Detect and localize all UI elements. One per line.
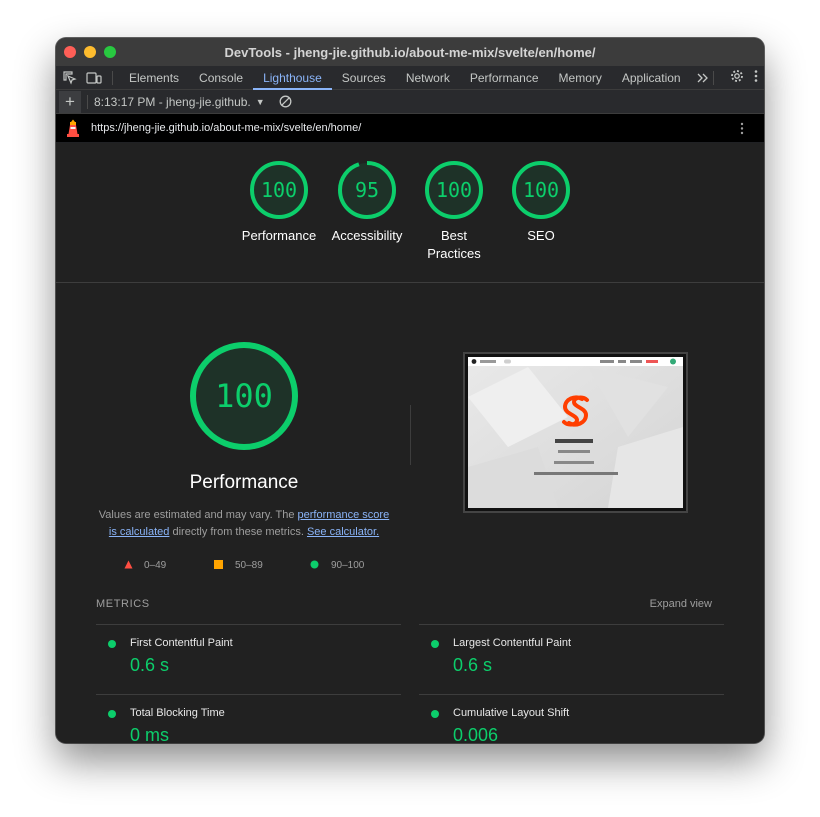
toolbar-divider bbox=[713, 71, 714, 85]
report-menu-kebab-icon[interactable] bbox=[740, 122, 744, 138]
performance-big-gauge: 100 bbox=[190, 342, 298, 450]
metric-label: Total Blocking Time bbox=[130, 707, 225, 719]
clear-reports-icon[interactable] bbox=[279, 95, 292, 108]
pass-dot-icon bbox=[108, 710, 116, 718]
score-gauge-ring: 100 bbox=[425, 161, 483, 219]
performance-title: Performance bbox=[189, 472, 299, 493]
device-toolbar-icon[interactable] bbox=[82, 66, 106, 90]
expand-view-toggle[interactable]: Expand view bbox=[650, 598, 712, 610]
close-window-button[interactable] bbox=[64, 46, 76, 58]
gauge-performance[interactable]: 100 Performance bbox=[234, 160, 324, 245]
desc-text: Values are estimated and may vary. The bbox=[98, 509, 298, 521]
metric-label: First Contentful Paint bbox=[130, 637, 233, 649]
score-value: 100 bbox=[436, 178, 472, 202]
legend-fail: 0–49 bbox=[144, 560, 167, 571]
desc-text: directly from these metrics. bbox=[169, 526, 307, 538]
new-report-plus-icon[interactable]: + bbox=[59, 90, 81, 113]
gauge-best-practices[interactable]: 100 Best Practices bbox=[409, 160, 499, 263]
legend-pass: 90–100 bbox=[331, 560, 365, 571]
metric-value: 0 ms bbox=[130, 725, 170, 743]
score-value: 100 bbox=[261, 178, 297, 202]
score-gauges: 100 Performance 95 Accessibility 100 Bes… bbox=[56, 160, 764, 270]
gauge-label: SEO bbox=[527, 228, 555, 243]
devtools-right-controls bbox=[707, 66, 758, 90]
tab-performance[interactable]: Performance bbox=[460, 66, 549, 90]
score-gauge-ring: 100 bbox=[512, 161, 570, 219]
tab-network[interactable]: Network bbox=[396, 66, 460, 90]
metric-cumulative-layout-shift: Cumulative Layout Shift 0.006 bbox=[419, 694, 724, 743]
minimize-window-button[interactable] bbox=[84, 46, 96, 58]
tab-lighthouse[interactable]: Lighthouse bbox=[253, 66, 332, 90]
tab-application[interactable]: Application bbox=[612, 66, 691, 90]
lighthouse-toolbar: + 8:13:17 PM - jheng-jie.github. ▼ bbox=[56, 90, 764, 114]
pass-dot-icon bbox=[431, 640, 439, 648]
window-controls bbox=[64, 46, 116, 58]
metric-value: 0.006 bbox=[453, 725, 499, 743]
gear-icon[interactable] bbox=[730, 69, 744, 88]
average-square-icon bbox=[214, 560, 223, 569]
tab-memory[interactable]: Memory bbox=[549, 66, 612, 90]
gauge-label: Best Practices bbox=[427, 228, 481, 261]
inspect-element-icon[interactable] bbox=[58, 66, 82, 90]
gauge-label: Performance bbox=[241, 228, 317, 243]
tab-console[interactable]: Console bbox=[189, 66, 253, 90]
legend-average: 50–89 bbox=[235, 560, 263, 571]
gauge-seo[interactable]: 100 SEO bbox=[496, 160, 586, 245]
see-calculator-link[interactable]: See calculator. bbox=[307, 526, 379, 538]
metrics-title: METRICS bbox=[96, 598, 150, 610]
title-bar: DevTools - jheng-jie.github.io/about-me-… bbox=[56, 38, 764, 66]
score-value: 95 bbox=[355, 178, 379, 202]
metrics-header: METRICS Expand view bbox=[96, 598, 712, 614]
gauge-label: Accessibility bbox=[331, 228, 403, 243]
devtools-tab-bar: Elements Console Lighthouse Sources Netw… bbox=[56, 66, 764, 90]
score-value: 100 bbox=[523, 178, 559, 202]
page-thumbnail-image bbox=[468, 357, 683, 508]
report-url[interactable]: https://jheng-jie.github.io/about-me-mix… bbox=[91, 122, 361, 134]
score-gauge-ring: 95 bbox=[338, 161, 396, 219]
fail-triangle-icon bbox=[124, 560, 133, 569]
metric-value: 0.6 s bbox=[130, 655, 170, 675]
section-divider bbox=[56, 282, 764, 283]
metric-first-contentful-paint: First Contentful Paint 0.6 s bbox=[96, 624, 401, 694]
metric-value: 0.6 s bbox=[453, 655, 493, 675]
vertical-divider bbox=[410, 405, 411, 465]
toolbar-divider bbox=[112, 70, 113, 85]
window-title: DevTools - jheng-jie.github.io/about-me-… bbox=[224, 44, 596, 60]
metric-largest-contentful-paint: Largest Contentful Paint 0.6 s bbox=[419, 624, 724, 694]
lighthouse-logo-icon bbox=[66, 119, 80, 137]
score-legend: 0–49 50–89 90–100 bbox=[122, 557, 382, 575]
score-gauge-ring: 100 bbox=[250, 161, 308, 219]
zoom-window-button[interactable] bbox=[104, 46, 116, 58]
pass-dot-icon bbox=[108, 640, 116, 648]
devtools-window: DevTools - jheng-jie.github.io/about-me-… bbox=[56, 38, 764, 743]
pass-circle-icon bbox=[310, 560, 319, 569]
final-screenshot[interactable] bbox=[463, 352, 688, 513]
report-selector[interactable]: 8:13:17 PM - jheng-jie.github. bbox=[94, 95, 251, 109]
tab-elements[interactable]: Elements bbox=[119, 66, 189, 90]
gauge-accessibility[interactable]: 95 Accessibility bbox=[322, 160, 412, 245]
pass-dot-icon bbox=[431, 710, 439, 718]
metric-label: Largest Contentful Paint bbox=[453, 637, 572, 649]
lighthouse-report: 100 Performance 95 Accessibility 100 Bes… bbox=[56, 143, 764, 743]
toolbar-divider bbox=[87, 94, 88, 109]
report-url-bar: https://jheng-jie.github.io/about-me-mix… bbox=[56, 114, 764, 142]
metric-label: Cumulative Layout Shift bbox=[453, 707, 570, 719]
metric-total-blocking-time: Total Blocking Time 0 ms bbox=[96, 694, 401, 743]
performance-description: Values are estimated and may vary. The p… bbox=[96, 507, 392, 541]
performance-score-value: 100 bbox=[215, 377, 273, 415]
more-options-kebab-icon[interactable] bbox=[754, 69, 758, 88]
dropdown-arrow-icon[interactable]: ▼ bbox=[256, 97, 265, 107]
tab-sources[interactable]: Sources bbox=[332, 66, 396, 90]
